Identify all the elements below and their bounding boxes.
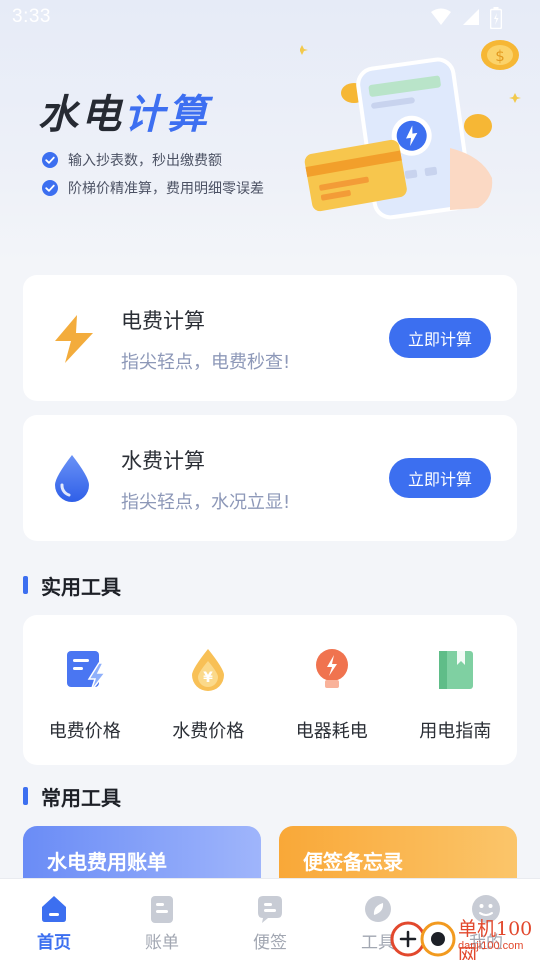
electricity-price-icon (66, 651, 107, 692)
feature-text: 输入抄表数，秒出缴费额 (68, 153, 222, 169)
section-marker (23, 787, 28, 805)
common-tool-label: 便签备忘录 (303, 850, 403, 874)
water-calc-subtitle: 指尖轻点，水况立显! (121, 492, 291, 513)
bill-icon (151, 896, 173, 923)
note-icon (258, 896, 282, 923)
water-calc-title: 水费计算 (121, 449, 205, 473)
nav-item-bill[interactable]: 账单 (108, 879, 216, 960)
nav-label: 首页 (37, 933, 71, 953)
check-circle-icon (42, 152, 58, 168)
tools-grid: 电费价格 ¥ 水费价格 电器耗电 用电指南 (23, 615, 517, 765)
phone-illustration: $ (300, 40, 521, 220)
status-bar: 3:33 (0, 0, 540, 36)
banner-title-part1: 水电 (38, 92, 124, 138)
water-calc-button[interactable]: 立即计算 (389, 458, 491, 498)
tool-label: 水费价格 (172, 721, 245, 742)
section-heading-practical: 实用工具 (23, 572, 121, 599)
section-title: 常用工具 (41, 785, 121, 810)
svg-text:¥: ¥ (203, 670, 213, 686)
water-calc-card[interactable]: 水费计算 指尖轻点，水况立显! 立即计算 (23, 415, 517, 541)
tool-label: 电器耗电 (295, 721, 368, 742)
feature-item: 阶梯价精准算，费用明细零误差 (42, 176, 264, 200)
electricity-calc-subtitle: 指尖轻点，电费秒查! (121, 352, 291, 373)
feature-item: 输入抄表数，秒出缴费额 (42, 148, 264, 172)
battery-icon (490, 7, 502, 29)
bulb-icon (315, 649, 348, 688)
tool-water-price[interactable]: ¥ 水费价格 (147, 615, 271, 765)
water-price-icon: ¥ (192, 649, 225, 691)
check-circle-icon (42, 180, 58, 196)
watermark-line2: danji100.com (458, 940, 524, 952)
watermark-line1: 单机100网 (458, 918, 533, 960)
header-banner: 3:33 水电计算 输入抄表数，秒出缴费额 阶梯价精准算，费用明细零误差 $ (0, 0, 540, 262)
nav-label: 账单 (145, 933, 179, 953)
feature-text: 阶梯价精准算，费用明细零误差 (68, 181, 264, 197)
tool-appliance-power[interactable]: 电器耗电 (270, 615, 394, 765)
nav-item-note[interactable]: 便签 (216, 879, 324, 960)
section-heading-common: 常用工具 (23, 783, 121, 810)
svg-text:$: $ (495, 47, 505, 65)
feature-list: 输入抄表数，秒出缴费额 阶梯价精准算，费用明细零误差 (42, 148, 264, 204)
tool-label: 电费价格 (48, 721, 121, 742)
electricity-calc-button[interactable]: 立即计算 (389, 318, 491, 358)
electricity-calc-card[interactable]: 电费计算 指尖轻点，电费秒查! 立即计算 (23, 275, 517, 401)
common-tool-label: 水电费用账单 (47, 850, 167, 874)
section-marker (23, 576, 28, 594)
nav-label: 便签 (253, 933, 287, 953)
section-title: 实用工具 (41, 574, 121, 599)
lightning-icon (55, 315, 93, 363)
wifi-icon (431, 8, 451, 25)
tool-label: 用电指南 (419, 721, 492, 742)
nav-item-home[interactable]: 首页 (0, 879, 108, 960)
water-drop-icon (55, 455, 89, 502)
signal-icon (463, 9, 479, 25)
watermark-logo-icon (390, 921, 456, 957)
banner-title: 水电计算 (38, 82, 210, 140)
status-time: 3:33 (12, 6, 51, 27)
banner-title-part2: 计算 (124, 92, 210, 138)
home-icon (42, 896, 66, 922)
tool-electricity-guide[interactable]: 用电指南 (394, 615, 518, 765)
watermark: 单机100网 danji100.com (388, 912, 536, 960)
electricity-calc-title: 电费计算 (121, 309, 205, 333)
tool-electricity-price[interactable]: 电费价格 (23, 615, 147, 765)
guide-book-icon (439, 651, 474, 689)
